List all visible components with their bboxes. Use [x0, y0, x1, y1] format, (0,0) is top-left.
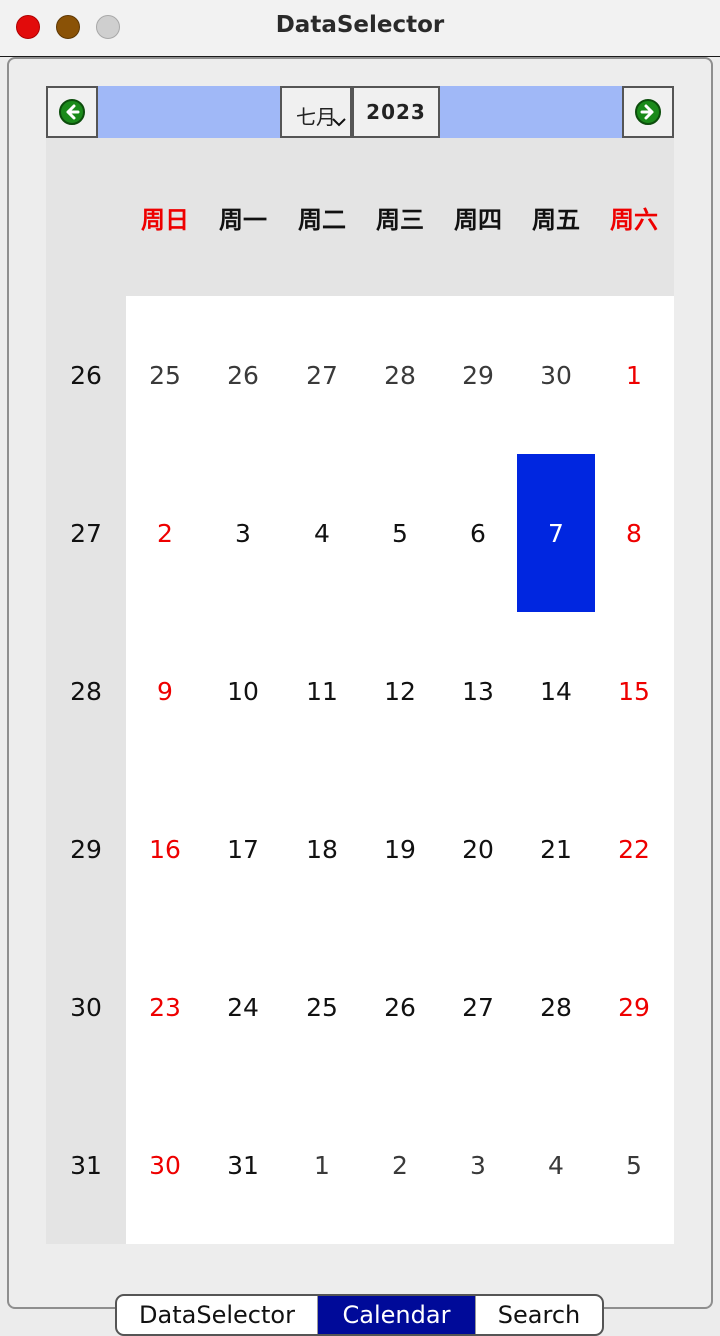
tab-calendar[interactable]: Calendar — [318, 1296, 475, 1334]
calendar-navigation-bar: 七月 2023 — [46, 86, 674, 138]
day-cell[interactable]: 18 — [283, 770, 361, 928]
next-month-button[interactable] — [622, 86, 674, 138]
weekday-header-4: 周四 — [454, 205, 502, 234]
day-cell[interactable]: 12 — [361, 612, 439, 770]
day-cell[interactable]: 10 — [204, 612, 282, 770]
weekday-header-1: 周一 — [219, 205, 267, 234]
day-cell[interactable]: 14 — [517, 612, 595, 770]
day-cell[interactable]: 16 — [126, 770, 204, 928]
day-cell[interactable]: 15 — [595, 612, 673, 770]
weekday-header-2: 周二 — [298, 205, 346, 234]
day-cell[interactable]: 17 — [204, 770, 282, 928]
day-cell[interactable]: 22 — [595, 770, 673, 928]
year-field[interactable]: 2023 — [352, 86, 440, 138]
day-cell[interactable]: 30 — [517, 296, 595, 454]
previous-month-button[interactable] — [46, 86, 98, 138]
weekday-header-6: 周六 — [610, 205, 658, 234]
day-cell[interactable]: 30 — [126, 1086, 204, 1244]
day-cell[interactable]: 2 — [126, 454, 204, 612]
day-cell[interactable]: 26 — [204, 296, 282, 454]
day-cell[interactable]: 25 — [126, 296, 204, 454]
day-cell[interactable]: 26 — [361, 928, 439, 1086]
day-cell[interactable]: 8 — [595, 454, 673, 612]
week-number: 27 — [70, 518, 102, 548]
right-arrow-icon — [635, 99, 661, 125]
week-number: 30 — [70, 992, 102, 1022]
tab-search[interactable]: Search — [475, 1296, 602, 1334]
weekday-header-3: 周三 — [376, 205, 424, 234]
day-cell[interactable]: 3 — [204, 454, 282, 612]
title-bar: DataSelector — [0, 0, 720, 57]
tab-bar: DataSelector Calendar Search — [115, 1294, 604, 1336]
week-number: 29 — [70, 834, 102, 864]
week-number: 28 — [70, 676, 102, 706]
day-cell[interactable]: 2 — [361, 1086, 439, 1244]
day-cell[interactable]: 19 — [361, 770, 439, 928]
day-cell[interactable]: 5 — [361, 454, 439, 612]
day-cell[interactable]: 11 — [283, 612, 361, 770]
day-cell[interactable]: 29 — [595, 928, 673, 1086]
day-cell[interactable]: 1 — [595, 296, 673, 454]
left-arrow-icon — [59, 99, 85, 125]
day-cell[interactable]: 9 — [126, 612, 204, 770]
tab-dataselector[interactable]: DataSelector — [117, 1296, 318, 1334]
day-cell[interactable]: 29 — [439, 296, 517, 454]
selected-day-cell[interactable]: 7 — [517, 454, 595, 612]
weekday-header-5: 周五 — [532, 205, 580, 234]
chevron-down-icon — [332, 118, 346, 127]
window-title: DataSelector — [275, 12, 445, 38]
week-number: 26 — [70, 360, 102, 390]
day-cell[interactable]: 28 — [361, 296, 439, 454]
day-cell[interactable]: 21 — [517, 770, 595, 928]
week-number: 31 — [70, 1150, 102, 1180]
day-cell[interactable]: 4 — [283, 454, 361, 612]
day-cell[interactable]: 1 — [283, 1086, 361, 1244]
day-cell[interactable]: 28 — [517, 928, 595, 1086]
day-cell[interactable]: 27 — [283, 296, 361, 454]
day-cell[interactable]: 27 — [439, 928, 517, 1086]
day-cell[interactable]: 23 — [126, 928, 204, 1086]
day-cell[interactable]: 5 — [595, 1086, 673, 1244]
month-value: 七月 — [296, 105, 336, 129]
weekday-header-0: 周日 — [141, 205, 189, 234]
day-cell[interactable]: 24 — [204, 928, 282, 1086]
day-cell[interactable]: 3 — [439, 1086, 517, 1244]
day-cell[interactable]: 31 — [204, 1086, 282, 1244]
day-cell[interactable]: 20 — [439, 770, 517, 928]
day-cell[interactable]: 25 — [283, 928, 361, 1086]
day-cell[interactable]: 6 — [439, 454, 517, 612]
day-cell[interactable]: 4 — [517, 1086, 595, 1244]
day-cell[interactable]: 13 — [439, 612, 517, 770]
month-dropdown[interactable]: 七月 — [280, 86, 352, 138]
calendar-grid: 周日 周一 周二 周三 周四 周五 周六 26 25 26 27 28 29 30 1 27 2 3 4 5 6 7 8 28… — [46, 138, 674, 1244]
